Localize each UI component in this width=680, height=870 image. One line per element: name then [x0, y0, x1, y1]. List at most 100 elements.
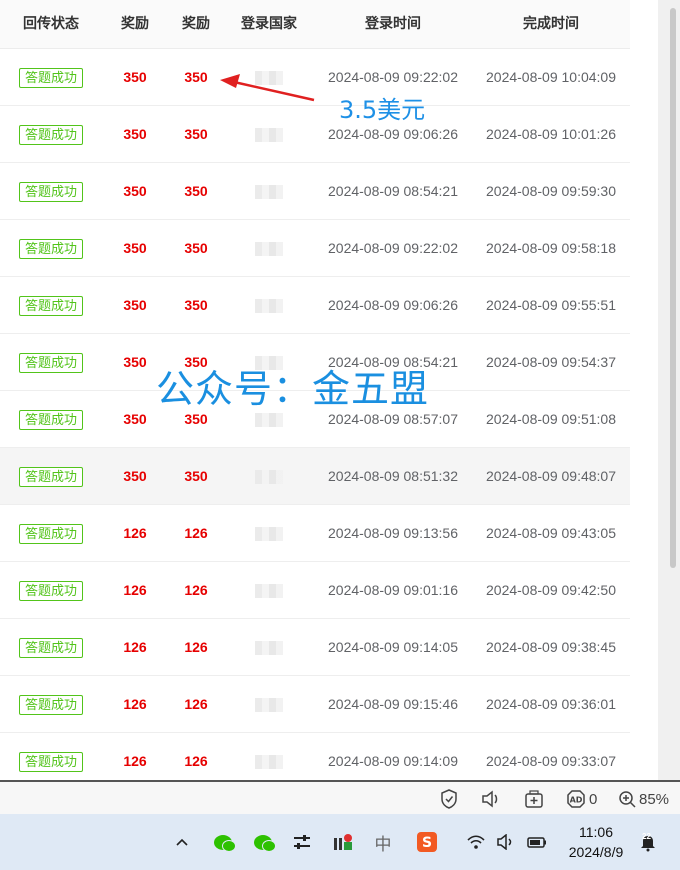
done-time-cell: 2024-08-09 09:55:51 [486, 297, 616, 313]
country-redacted [255, 128, 283, 143]
table-row: 答题成功 350 350 2024-08-09 09:06:26 2024-08-09 … [0, 277, 630, 334]
country-redacted [255, 185, 283, 200]
reward-1-cell: 126 [123, 582, 147, 598]
status-cell: 答题成功 [4, 505, 98, 561]
svg-text:AD: AD [570, 796, 583, 805]
done-time-cell: 2024-08-09 10:04:09 [486, 69, 616, 85]
volume-icon[interactable] [494, 828, 518, 856]
country-redacted [255, 755, 283, 770]
header-country: 登录国家 [241, 15, 297, 31]
country-redacted [255, 299, 283, 314]
status-cell: 答题成功 [4, 562, 98, 618]
table-row: 答题成功 126 126 2024-08-09 09:01:16 2024-08-09 … [0, 562, 630, 619]
reward-1-cell: 350 [123, 183, 147, 199]
login-time-cell: 2024-08-09 09:01:16 [328, 582, 458, 598]
reward-2-cell: 350 [184, 126, 208, 142]
shield-icon[interactable] [440, 788, 458, 810]
app-tray-icon[interactable] [330, 828, 356, 856]
done-time-cell: 2024-08-09 09:54:37 [486, 354, 616, 370]
country-redacted [255, 242, 283, 257]
done-time-cell: 2024-08-09 09:58:18 [486, 240, 616, 256]
wechat-icon[interactable] [210, 828, 236, 856]
ime-indicator[interactable]: 中 [372, 828, 394, 856]
wifi-icon[interactable] [464, 828, 488, 856]
reward-1-cell: 126 [123, 639, 147, 655]
status-badge: 答题成功 [18, 581, 83, 602]
country-redacted [255, 470, 283, 485]
status-cell: 答题成功 [4, 277, 98, 333]
done-time-cell: 2024-08-09 10:01:26 [486, 126, 616, 142]
country-redacted [255, 527, 283, 542]
clock-time: 11:06 [579, 824, 613, 840]
scrollbar[interactable] [658, 0, 680, 780]
system-clock[interactable]: 11:06 2024/8/9 [560, 822, 632, 862]
login-time-cell: 2024-08-09 09:14:05 [328, 639, 458, 655]
table-row: 答题成功 126 126 2024-08-09 09:14:05 2024-08-09 … [0, 619, 630, 676]
zoom-control[interactable]: 85% [618, 788, 669, 810]
login-time-cell: 2024-08-09 08:54:21 [328, 183, 458, 199]
status-badge: 答题成功 [18, 524, 83, 545]
reward-1-cell: 350 [123, 468, 147, 484]
wechat-work-icon[interactable] [250, 828, 276, 856]
status-badge: 答题成功 [18, 68, 83, 89]
add-tab-group-icon[interactable] [524, 788, 544, 810]
done-time-cell: 2024-08-09 09:42:50 [486, 582, 616, 598]
header-done-time: 完成时间 [523, 15, 579, 31]
status-cell: 答题成功 [4, 49, 98, 105]
reward-2-cell: 350 [184, 468, 208, 484]
done-time-cell: 2024-08-09 09:36:01 [486, 696, 616, 712]
reward-2-cell: 126 [184, 582, 208, 598]
read-aloud-icon[interactable] [480, 788, 502, 810]
status-badge: 答题成功 [18, 752, 83, 773]
header-status: 回传状态 [23, 15, 79, 31]
reward-2-cell: 126 [184, 525, 208, 541]
adblock-icon[interactable]: AD 0 [566, 788, 597, 810]
country-cell [232, 163, 306, 219]
table-row: 答题成功 126 126 2024-08-09 09:15:46 2024-08-09 … [0, 676, 630, 733]
battery-icon[interactable] [524, 828, 550, 856]
status-badge: 答题成功 [18, 353, 83, 374]
header-login-time: 登录时间 [365, 15, 421, 31]
svg-text:S: S [422, 835, 432, 851]
login-time-cell: 2024-08-09 09:15:46 [328, 696, 458, 712]
clock-date: 2024/8/9 [568, 844, 624, 860]
status-badge: 答题成功 [18, 239, 83, 260]
status-cell: 答题成功 [4, 448, 98, 504]
done-time-cell: 2024-08-09 09:59:30 [486, 183, 616, 199]
scrollbar-thumb[interactable] [670, 8, 676, 568]
login-time-cell: 2024-08-09 09:22:02 [328, 240, 458, 256]
table-row: 答题成功 350 350 2024-08-09 09:06:26 2024-08-09 … [0, 106, 630, 163]
table-row: 答题成功 350 350 2024-08-09 09:22:02 2024-08-09 … [0, 220, 630, 277]
status-badge: 答题成功 [18, 296, 83, 317]
status-badge: 答题成功 [18, 638, 83, 659]
status-cell: 答题成功 [4, 334, 98, 390]
login-time-cell: 2024-08-09 08:51:32 [328, 468, 458, 484]
reward-2-cell: 350 [184, 297, 208, 313]
adblock-count: 0 [589, 790, 598, 808]
settings-sliders-icon[interactable] [290, 828, 314, 856]
country-cell [232, 505, 306, 561]
sogou-icon[interactable]: S [414, 828, 440, 856]
reward-2-cell: 350 [184, 240, 208, 256]
country-cell [232, 277, 306, 333]
country-cell [232, 106, 306, 162]
login-time-cell: 2024-08-09 09:13:56 [328, 525, 458, 541]
status-badge: 答题成功 [18, 410, 83, 431]
status-badge: 答题成功 [18, 125, 83, 146]
status-cell: 答题成功 [4, 676, 98, 732]
done-time-cell: 2024-08-09 09:48:07 [486, 468, 616, 484]
annotation-arrow [220, 74, 315, 102]
notification-bell-icon[interactable]: 22 [636, 828, 660, 856]
status-badge: 答题成功 [18, 467, 83, 488]
country-redacted [255, 698, 283, 713]
country-redacted [255, 641, 283, 656]
notification-count: 22 [642, 832, 651, 841]
table-header: 回传状态 奖励 奖励 登录国家 登录时间 完成时间 [0, 0, 630, 49]
table-row: 答题成功 126 126 2024-08-09 09:13:56 2024-08-09 … [0, 505, 630, 562]
chevron-up-icon[interactable] [172, 828, 192, 856]
status-cell: 答题成功 [4, 619, 98, 675]
windows-taskbar: 中 S 11:06 2024/8/9 22 [0, 814, 680, 870]
zoom-level: 85% [639, 790, 670, 808]
browser-status-bar: AD 0 85% [0, 780, 680, 816]
header-reward-1: 奖励 [121, 15, 149, 31]
